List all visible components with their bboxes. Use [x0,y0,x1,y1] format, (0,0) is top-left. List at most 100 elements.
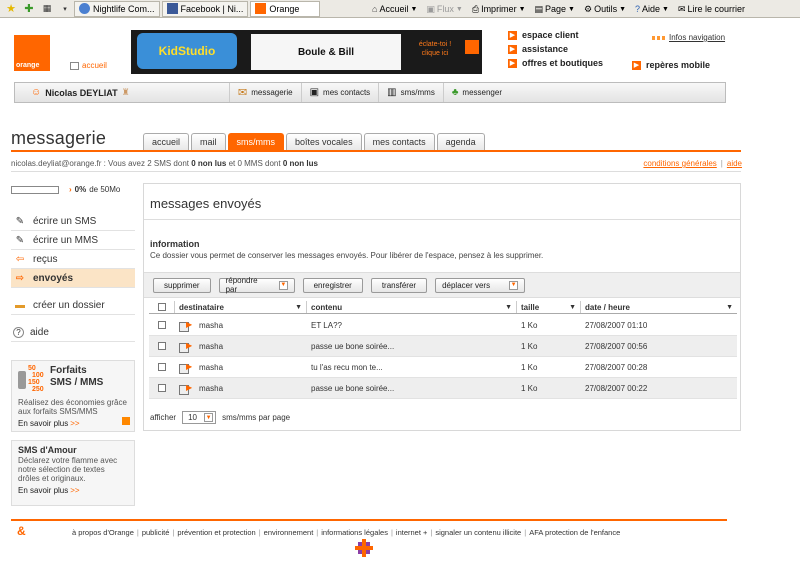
tab-accueil[interactable]: accueil [143,133,190,150]
browser-tab-label: Facebook | Ni... [180,3,244,14]
row-checkbox[interactable] [158,321,166,329]
ad-banner[interactable]: KidStudio Boule & Bill éclate-toi ! cliq… [131,30,482,74]
column-content[interactable]: contenu ▼ [307,301,517,313]
recipient: masha [199,383,224,393]
sidebar-item-aide[interactable]: ? aide [11,323,135,342]
sidebar-item-ecrire-mms[interactable]: ✎ écrire un MMS [11,231,135,250]
tab-mail[interactable]: mail [191,133,226,150]
column-recipient[interactable]: destinataire ▼ [175,301,307,313]
forfaits-promo: 50 100 150 250 Forfaits SMS / MMS Réalis… [11,360,135,432]
row-checkbox[interactable] [158,384,166,392]
orange-logo[interactable]: orange [14,35,50,71]
page-button[interactable]: ▤ Page ▼ [535,4,575,15]
content-cell[interactable]: tu l'as recu mon te... [307,357,517,377]
move-label: déplacer vers [442,280,491,290]
sidebar-item-label: envoyés [33,272,74,284]
nav-sms-mms[interactable]: ▥ sms/mms [379,83,444,102]
divider [144,219,740,220]
home-button[interactable]: ⌂ Accueil ▼ [372,4,417,14]
facebook-icon [166,3,178,14]
table-row[interactable]: masha passe ue bone soirée... 1 Ko 27/08… [149,378,737,399]
help-button[interactable]: ? Aide ▼ [635,4,669,14]
column-size[interactable]: taille ▼ [517,301,581,313]
per-page-control: afficher 10 ▼ sms/mms par page [150,411,290,424]
tab-mes-contacts[interactable]: mes contacts [363,133,435,150]
user-name[interactable]: ☺ Nicolas DEYLIAT ♜ [15,83,230,102]
tab-boites-vocales[interactable]: boîtes vocales [286,133,362,150]
date-cell: 27/08/2007 00:28 [581,357,737,377]
feed-icon: ▣ [426,3,435,14]
tab-agenda[interactable]: agenda [436,133,485,150]
select-all-checkbox[interactable] [157,303,166,311]
size: 1 Ko [521,383,538,393]
gear-icon: ⚙ [583,3,593,14]
footer-link[interactable]: prévention et protection [177,528,255,537]
footer-link[interactable]: informations légales [321,528,388,537]
tab-sms-mms[interactable]: sms/mms [227,133,285,150]
aide-link[interactable]: aide [727,159,742,168]
chevron-down-icon: ▼ [662,5,669,13]
promo-more-link[interactable]: En savoir plus >> [18,419,128,428]
reply-by-select[interactable]: répondre par ▼ [218,276,295,294]
column-label: contenu [311,302,343,312]
sidebar-item-ecrire-sms[interactable]: ✎ écrire un SMS [11,212,135,231]
home-link[interactable]: accueil [70,61,107,70]
rss-icon[interactable] [122,417,130,425]
per-page-select[interactable]: 10 ▼ [182,411,217,424]
quota-bar [11,185,59,194]
tab-grid-icon[interactable]: ▦ [40,2,54,16]
save-button[interactable]: enregistrer [302,277,363,293]
espace-client-link[interactable]: ▶ espace client [508,30,603,40]
offres-boutiques-link[interactable]: ▶ offres et boutiques [508,58,603,68]
info-navigation-link[interactable]: Infos navigation [652,33,725,42]
love-more-link[interactable]: En savoir plus >> [18,486,128,495]
favorites-star-icon[interactable]: ★ [4,2,18,16]
section-tabs: accueil mail sms/mms boîtes vocales mes … [143,133,485,150]
sidebar-item-recus[interactable]: ⇦ reçus [11,250,135,269]
move-to-select[interactable]: déplacer vers ▼ [435,277,526,293]
feeds-button[interactable]: ▣ Flux ▼ [426,4,462,15]
browser-tab-orange[interactable]: Orange [250,0,321,17]
table-row[interactable]: masha ET LA?? 1 Ko 27/08/2007 01:10 [149,315,737,336]
add-favorite-icon[interactable]: ✚ [22,2,36,16]
row-select-cell [149,336,175,356]
row-checkbox[interactable] [158,363,166,371]
sidebar-item-envoyes[interactable]: ⇨ envoyés [11,269,135,288]
reperes-mobile-link[interactable]: ▶ repères mobile [632,60,710,70]
column-date[interactable]: date / heure ▼ [581,301,737,313]
assistance-link[interactable]: ▶ assistance [508,44,603,54]
footer-divider [11,519,727,521]
browser-tab-facebook[interactable]: Facebook | Ni... [161,0,249,17]
nav-mes-contacts[interactable]: ▣ mes contacts [302,83,380,102]
read-mail-button[interactable]: ✉ Lire le courrier [678,4,745,15]
net-plus-logo-icon[interactable] [354,538,374,560]
promo-num: 250 [32,386,44,393]
sidebar-item-creer-dossier[interactable]: ▬ créer un dossier [11,296,135,315]
conditions-link[interactable]: conditions générales [643,159,716,168]
print-button[interactable]: ⎙ Imprimer ▼ [472,4,526,15]
delete-button[interactable]: supprimer [153,277,211,293]
nav-label: messagerie [251,88,293,97]
footer-link[interactable]: AFA protection de l'enfance [529,528,620,537]
content-cell[interactable]: passe ue bone soirée... [307,378,517,398]
forward-button[interactable]: transférer [370,277,428,293]
phone-icon: ▥ [387,87,397,98]
tools-button[interactable]: ⚙ Outils ▼ [584,4,626,15]
footer-link[interactable]: signaler un contenu illicite [435,528,521,537]
nav-messenger[interactable]: ♣ messenger [444,83,510,102]
nav-messagerie[interactable]: ✉ messagerie [230,83,302,102]
table-row[interactable]: masha tu l'as recu mon te... 1 Ko 27/08/… [149,357,737,378]
content-cell[interactable]: passe ue bone soirée... [307,336,517,356]
footer-link[interactable]: environnement [264,528,314,537]
promo-header: 50 100 150 250 Forfaits SMS / MMS [18,365,128,397]
row-checkbox[interactable] [158,342,166,350]
footer-link[interactable]: internet + [396,528,427,537]
content-cell[interactable]: ET LA?? [307,315,517,335]
footer-link[interactable]: à propos d'Orange [72,528,134,537]
table-row[interactable]: masha passe ue bone soirée... 1 Ko 27/08… [149,336,737,357]
tab-list-icon[interactable]: ▾ [58,2,72,16]
orange-icon [255,3,267,14]
footer-link[interactable]: publicité [142,528,170,537]
browser-tab-nightlife[interactable]: Nightlife Com... [74,0,160,17]
separator: | [720,159,723,168]
